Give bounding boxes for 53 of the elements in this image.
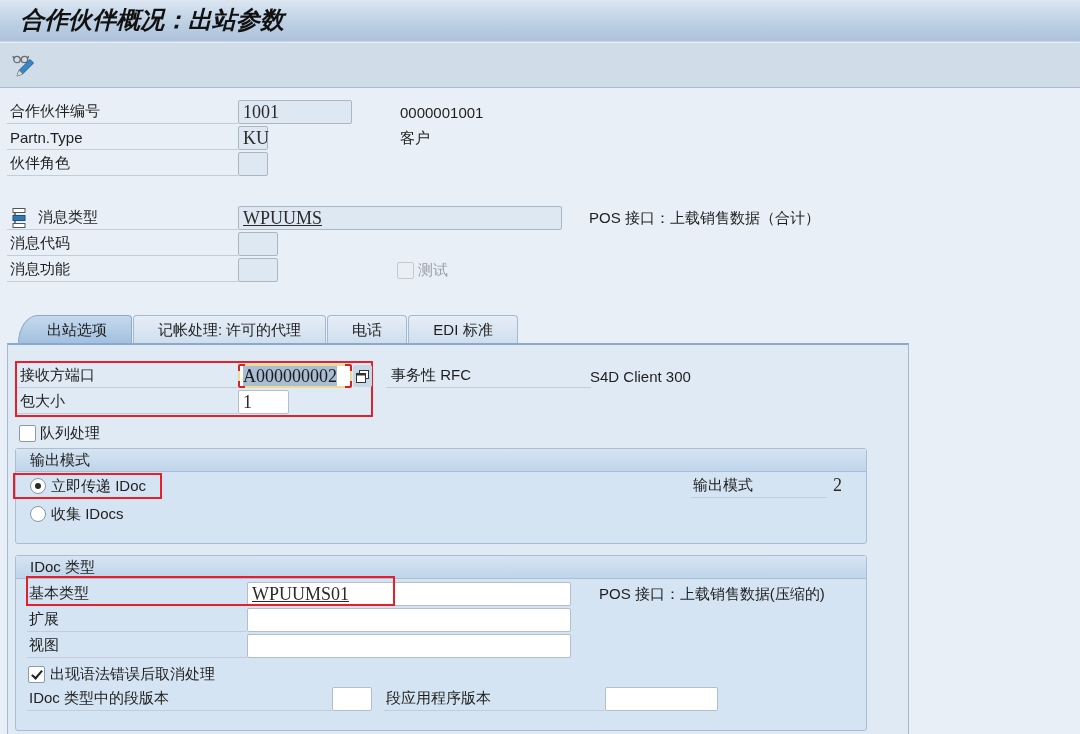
field-label: 基本类型	[29, 584, 89, 603]
tab[interactable]: 电话	[327, 315, 408, 343]
checkbox-label: 测试	[418, 260, 448, 280]
port-description: S4D Client 300	[590, 367, 691, 385]
description-text: POS 接口：上载销售数据（合计）	[589, 208, 820, 228]
field-label: 包大小	[20, 392, 65, 411]
input-field[interactable]: WPUUMS01	[247, 582, 571, 606]
input-field[interactable]	[247, 608, 571, 632]
field-label: 段应用程序版本	[386, 689, 491, 708]
field-label: 伙伴角色	[10, 154, 70, 173]
field-label: 接收方端口	[20, 366, 95, 385]
description-text: 0000001001	[400, 103, 484, 121]
group-title: IDoc 类型	[30, 557, 95, 577]
input-field[interactable]: 1001	[238, 100, 352, 124]
input-field[interactable]: A000000002	[238, 364, 352, 388]
input-field[interactable]: 1	[238, 390, 289, 414]
radio-label: 收集 IDocs	[51, 504, 124, 524]
input-field[interactable]	[238, 258, 278, 282]
tab[interactable]: 出站选项	[18, 315, 132, 343]
group-title: 输出模式	[30, 450, 90, 470]
field-label: 消息代码	[10, 234, 70, 253]
checkbox[interactable]	[28, 665, 45, 683]
checkbox[interactable]	[19, 424, 36, 442]
glasses-pencil-icon[interactable]	[12, 53, 36, 77]
input-field[interactable]	[238, 232, 278, 256]
radio-label: 立即传递 IDoc	[51, 476, 146, 496]
input-field[interactable]: KU	[238, 126, 268, 150]
radio-button[interactable]	[30, 506, 46, 522]
input-field[interactable]	[238, 152, 268, 176]
stacked-blocks-icon	[12, 207, 26, 228]
tab[interactable]: 记帐处理: 许可的代理	[133, 315, 327, 343]
input-field[interactable]	[605, 687, 718, 711]
output-mode-value: 2	[832, 474, 842, 497]
description-text: POS 接口：上载销售数据(压缩的)	[599, 584, 825, 604]
field-label: 扩展	[29, 610, 59, 629]
field-label: 消息功能	[10, 260, 70, 279]
input-field[interactable]: WPUUMS	[238, 206, 562, 230]
value-help-button[interactable]	[353, 365, 372, 387]
radio-button[interactable]	[30, 478, 46, 494]
checkbox-label: 出现语法错误后取消处理	[50, 664, 215, 684]
field-label: IDoc 类型中的段版本	[29, 689, 169, 708]
overlapping-squares-icon	[356, 369, 369, 383]
input-field[interactable]	[247, 634, 571, 658]
description-text: 客户	[400, 128, 430, 148]
field-label: 输出模式	[693, 476, 753, 495]
field-label: 消息类型	[38, 208, 98, 227]
tab[interactable]: EDI 标准	[408, 315, 518, 343]
checkbox-label: 队列处理	[40, 423, 100, 443]
port-type-text: 事务性 RFC	[391, 366, 471, 385]
field-label: 视图	[29, 636, 59, 655]
input-field[interactable]	[332, 687, 372, 711]
field-label: 合作伙伴编号	[10, 102, 100, 121]
field-label: Partn.Type	[10, 129, 83, 146]
